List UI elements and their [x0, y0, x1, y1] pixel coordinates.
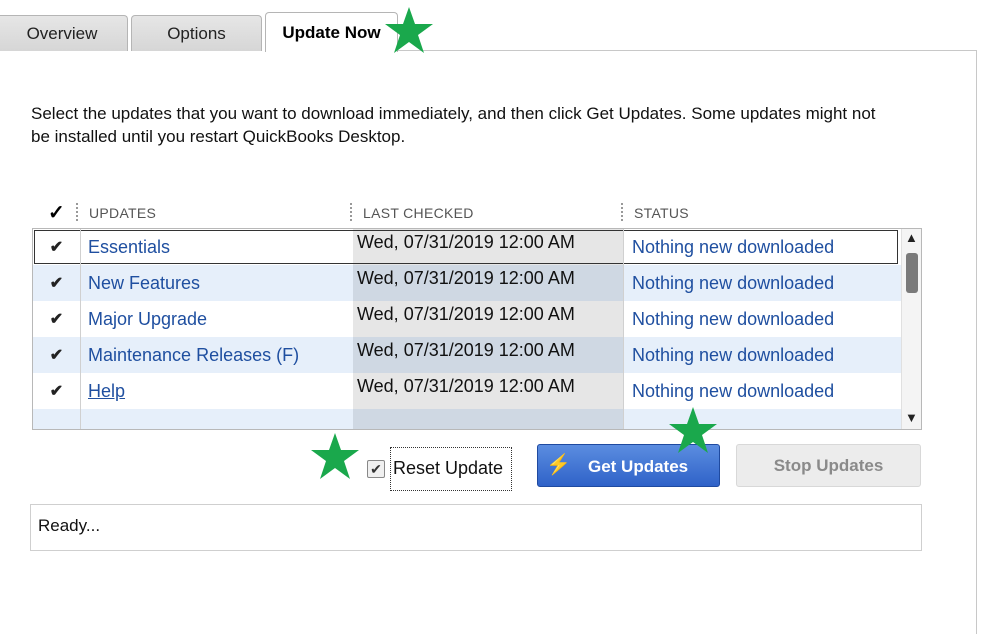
reset-update-checkbox[interactable]: ✔ Reset Update: [363, 447, 513, 491]
last-checked-value: Wed, 07/31/2019 12:00 AM: [353, 229, 623, 265]
status-value: Nothing new downloaded: [632, 380, 835, 401]
last-checked-value: Wed, 07/31/2019 12:00 AM: [353, 373, 623, 409]
table-row[interactable]: ✔ Major Upgrade Wed, 07/31/2019 12:00 AM…: [33, 301, 901, 337]
table-row[interactable]: ✔ New Features Wed, 07/31/2019 12:00 AM …: [33, 265, 901, 301]
column-divider: [80, 229, 81, 429]
last-checked-value: Wed, 07/31/2019 12:00 AM: [353, 301, 623, 337]
scroll-up-arrow-icon[interactable]: ▲: [905, 230, 918, 245]
updates-table: ✔ Essentials Wed, 07/31/2019 12:00 AM No…: [32, 228, 922, 430]
scroll-down-arrow-icon[interactable]: ▼: [905, 410, 918, 425]
update-name-link[interactable]: Help: [88, 373, 125, 409]
lightning-bolt-icon: ⚡: [546, 454, 571, 476]
empty-cell: [353, 409, 623, 429]
column-divider: [623, 229, 624, 429]
row-checkmark[interactable]: ✔: [33, 265, 80, 301]
table-row-empty: [33, 409, 901, 429]
tab-options[interactable]: Options: [131, 15, 262, 51]
update-name[interactable]: Major Upgrade: [88, 301, 207, 337]
update-name[interactable]: Essentials: [88, 229, 170, 265]
star-annotation-icon: [310, 432, 360, 480]
tab-strip: Overview Options Update Now: [0, 0, 999, 52]
row-checkmark[interactable]: ✔: [33, 301, 80, 337]
reset-update-label[interactable]: Reset Update: [393, 458, 503, 479]
table-scrollbar[interactable]: ▲ ▼: [901, 229, 921, 429]
table-row[interactable]: ✔ Maintenance Releases (F) Wed, 07/31/20…: [33, 337, 901, 373]
status-value: Nothing new downloaded: [632, 236, 835, 257]
row-checkmark[interactable]: ✔: [33, 229, 80, 265]
tab-divider: [397, 50, 977, 51]
row-checkmark[interactable]: ✔: [33, 373, 80, 409]
table-row[interactable]: ✔ Essentials Wed, 07/31/2019 12:00 AM No…: [33, 229, 901, 265]
update-name[interactable]: Maintenance Releases (F): [88, 337, 299, 373]
instructions-text: Select the updates that you want to down…: [31, 104, 876, 146]
stop-updates-button[interactable]: Stop Updates: [736, 444, 921, 487]
panel-border: [976, 50, 977, 634]
header-updates[interactable]: UPDATES: [89, 205, 156, 221]
tab-overview[interactable]: Overview: [0, 15, 128, 51]
updates-table-header: ✓ UPDATES LAST CHECKED STATUS: [32, 200, 922, 228]
status-value: Nothing new downloaded: [632, 308, 835, 329]
last-checked-value: Wed, 07/31/2019 12:00 AM: [353, 265, 623, 301]
column-separator[interactable]: [621, 203, 623, 221]
tab-update-now[interactable]: Update Now: [265, 12, 398, 52]
select-all-check-header[interactable]: ✓: [48, 200, 65, 225]
get-updates-label: Get Updates: [588, 457, 689, 476]
table-row[interactable]: ✔ Help Wed, 07/31/2019 12:00 AM Nothing …: [33, 373, 901, 409]
scroll-thumb[interactable]: [906, 253, 918, 293]
update-name[interactable]: New Features: [88, 265, 200, 301]
header-status[interactable]: STATUS: [634, 205, 689, 221]
star-annotation-icon: [384, 6, 434, 54]
last-checked-value: Wed, 07/31/2019 12:00 AM: [353, 337, 623, 373]
header-last-checked[interactable]: LAST CHECKED: [363, 205, 474, 221]
column-separator[interactable]: [76, 203, 78, 221]
status-value: Nothing new downloaded: [632, 272, 835, 293]
checkbox-check-icon[interactable]: ✔: [367, 460, 385, 478]
row-checkmark[interactable]: ✔: [33, 337, 80, 373]
column-separator[interactable]: [350, 203, 352, 221]
star-annotation-icon: [668, 406, 718, 454]
status-message-box: Ready...: [30, 504, 922, 551]
status-value: Nothing new downloaded: [632, 344, 835, 365]
